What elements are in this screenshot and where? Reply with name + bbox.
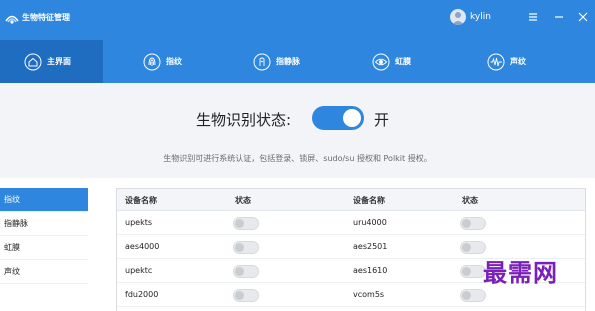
app-logo-icon [4, 10, 20, 26]
device-name-cell: uru4000 [353, 218, 387, 227]
iris-eye-icon [372, 53, 390, 71]
device-name-cell: aes4000 [125, 242, 160, 251]
table-row: upekts uru4000 [117, 212, 585, 235]
menu-icon[interactable] [525, 9, 541, 25]
tab-voiceprint[interactable]: 声纹 [487, 40, 557, 83]
tab-iris[interactable]: 虹膜 [372, 40, 442, 83]
finger-vein-icon [253, 53, 271, 71]
username[interactable]: kylin [470, 12, 491, 22]
device-toggle[interactable] [233, 289, 259, 302]
column-header-device-name: 设备名称 [125, 196, 157, 205]
biometric-status-panel: 生物识别状态: 开 生物识别可进行系统认证，包括登录、锁屏、sudo/su 授权… [0, 83, 595, 178]
device-name-cell: aes2501 [353, 242, 388, 251]
device-name-cell: upekts [125, 218, 153, 227]
title-bar: 生物特征管理 kylin [0, 0, 595, 40]
tab-finger-vein[interactable]: 指静脉 [253, 40, 328, 83]
tab-label: 虹膜 [395, 57, 411, 66]
device-panel: 指纹 指静脉 虹膜 声纹 设备名称 状态 设备名称 状态 upekts uru4… [0, 178, 595, 311]
sidebar-item-fingerprint[interactable]: 指纹 [0, 188, 88, 212]
column-header-device-name: 设备名称 [353, 196, 385, 205]
toggle-knob [462, 219, 471, 228]
sidebar-item-voiceprint[interactable]: 声纹 [0, 260, 88, 284]
status-label: 生物识别状态: [196, 111, 292, 129]
tab-home[interactable]: 主界面 [0, 40, 103, 83]
device-name-cell: fdu2000 [125, 290, 159, 299]
biometric-toggle[interactable] [312, 106, 364, 130]
main-tab-bar: 主界面 指纹 指静脉 虹膜 声纹 [0, 40, 595, 83]
device-type-sidebar: 指纹 指静脉 虹膜 声纹 [0, 188, 88, 284]
tab-label: 指静脉 [276, 57, 300, 66]
status-value: 开 [374, 111, 390, 129]
device-name-cell: upektc [125, 266, 153, 275]
device-name-cell: vcom5s [353, 290, 385, 299]
close-icon[interactable] [575, 9, 591, 25]
toggle-knob [235, 243, 244, 252]
tab-label: 声纹 [510, 57, 526, 66]
toggle-knob [462, 267, 471, 276]
sidebar-item-iris[interactable]: 虹膜 [0, 236, 88, 260]
column-header-status: 状态 [235, 196, 251, 205]
toggle-knob [462, 243, 471, 252]
column-header-status: 状态 [462, 196, 478, 205]
device-table: 设备名称 状态 设备名称 状态 upekts uru4000 aes4000 a… [116, 188, 586, 311]
home-icon [24, 53, 42, 71]
tab-label: 指纹 [166, 57, 182, 66]
tab-fingerprint[interactable]: 指纹 [143, 40, 213, 83]
device-toggle[interactable] [233, 217, 259, 230]
toggle-knob [343, 109, 361, 127]
toggle-knob [235, 219, 244, 228]
avatar[interactable] [450, 9, 466, 25]
toggle-knob [235, 291, 244, 300]
voiceprint-icon [487, 53, 505, 71]
toggle-knob [235, 267, 244, 276]
tab-label: 主界面 [47, 57, 71, 66]
device-toggle[interactable] [460, 289, 486, 302]
toggle-knob [462, 291, 471, 300]
table-header: 设备名称 状态 设备名称 状态 [117, 189, 585, 211]
device-toggle[interactable] [233, 241, 259, 254]
sidebar-item-finger-vein[interactable]: 指静脉 [0, 212, 88, 236]
device-toggle[interactable] [233, 265, 259, 278]
minimize-icon[interactable] [551, 9, 567, 25]
watermark: 最需网 [483, 258, 558, 287]
app-title: 生物特征管理 [22, 13, 70, 22]
fingerprint-icon [143, 53, 161, 71]
device-toggle[interactable] [460, 217, 486, 230]
app-window: 生物特征管理 kylin 主界面 指纹 指静脉 虹膜 声纹 生物识别状态: 开 … [0, 0, 595, 311]
device-name-cell: aes1610 [353, 266, 388, 275]
status-description: 生物识别可进行系统认证，包括登录、锁屏、sudo/su 授权和 Polkit 授… [163, 154, 432, 163]
